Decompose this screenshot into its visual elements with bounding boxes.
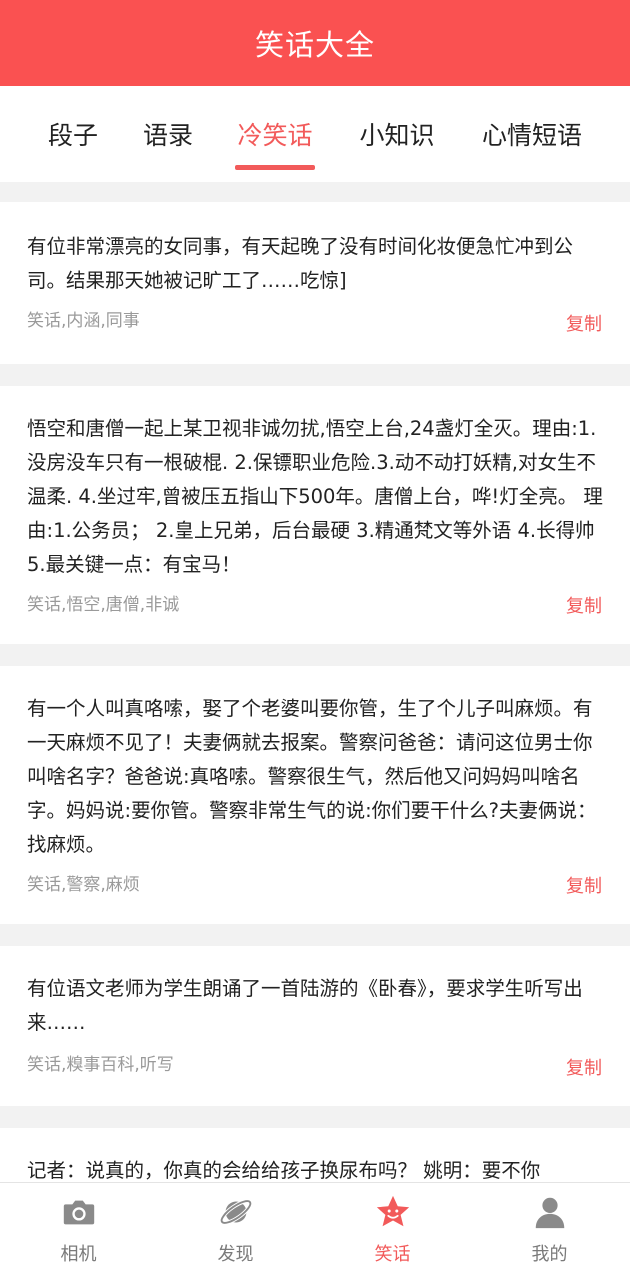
- camera-icon: [63, 1200, 94, 1225]
- active-tab-indicator: [235, 165, 315, 170]
- tab-lengxiaohua[interactable]: 冷笑话: [218, 86, 332, 182]
- nav-label: 相机: [60, 1244, 97, 1265]
- nav-label: 我的: [531, 1244, 568, 1265]
- joke-tags: 笑话,内涵,同事: [27, 311, 140, 331]
- category-tabs: 段子 语录 冷笑话 小知识 心情短语: [0, 86, 630, 182]
- joke-card: 有位语文老师为学生朗诵了一首陆游的《卧春》，要求学生听写出来…… 笑话,糗事百科…: [0, 946, 630, 1106]
- joke-tags: 笑话,悟空,唐僧,非诚: [27, 595, 180, 615]
- joke-tags: 笑话,糗事百科,听写: [27, 1055, 174, 1075]
- tab-label: 语录: [142, 121, 193, 150]
- app-header: 笑话大全: [0, 0, 630, 86]
- star-icon: [376, 1195, 409, 1227]
- tab-yulu[interactable]: 语录: [122, 86, 214, 182]
- person-icon: [535, 1197, 564, 1229]
- joke-text: 记者：说真的，你真的会给给孩子换尿布吗？ 姚明：要不你: [27, 1159, 541, 1182]
- tab-duanzi[interactable]: 段子: [24, 86, 122, 182]
- joke-text: 有一个人叫真咯嗦，娶了个老婆叫要你管，生了个儿子叫麻烦。有一天麻烦不见了！夫妻俩…: [27, 697, 597, 856]
- joke-card: 记者：说真的，你真的会给给孩子换尿布吗？ 姚明：要不你: [0, 1128, 630, 1182]
- joke-text: 有位语文老师为学生朗诵了一首陆游的《卧春》，要求学生听写出来……: [27, 977, 583, 1034]
- planet-icon: [219, 1199, 252, 1225]
- nav-label: 笑话: [374, 1244, 411, 1265]
- nav-camera[interactable]: 相机: [0, 1183, 157, 1280]
- bottom-nav: 相机 发现 笑话 我的: [0, 1182, 630, 1280]
- copy-button[interactable]: 复制: [566, 872, 602, 898]
- joke-card: 有位非常漂亮的女同事，有天起晚了没有时间化妆便急忙冲到公司。结果那天她被记旷工了…: [0, 202, 630, 364]
- joke-card: 悟空和唐僧一起上某卫视非诚勿扰,悟空上台,24盏灯全灭。理由:1.没房没车只有一…: [0, 386, 630, 644]
- nav-mine[interactable]: 我的: [471, 1183, 628, 1280]
- tab-label: 心情短语: [481, 121, 582, 150]
- tab-xiaozhishi[interactable]: 小知识: [338, 86, 456, 182]
- joke-feed[interactable]: 有位非常漂亮的女同事，有天起晚了没有时间化妆便急忙冲到公司。结果那天她被记旷工了…: [0, 182, 630, 1182]
- copy-button[interactable]: 复制: [566, 592, 602, 618]
- tab-label: 冷笑话: [237, 121, 313, 150]
- joke-text: 悟空和唐僧一起上某卫视非诚勿扰,悟空上台,24盏灯全灭。理由:1.没房没车只有一…: [27, 417, 603, 576]
- app-root: 笑话大全 段子 语录 冷笑话 小知识 心情短语 有位非常漂亮的女同事，有天起晚了…: [0, 0, 630, 1280]
- tab-label: 小知识: [359, 121, 435, 150]
- tab-label: 段子: [47, 121, 98, 150]
- nav-discover[interactable]: 发现: [157, 1183, 314, 1280]
- joke-tags: 笑话,警察,麻烦: [27, 875, 140, 895]
- joke-text: 有位非常漂亮的女同事，有天起晚了没有时间化妆便急忙冲到公司。结果那天她被记旷工了…: [27, 235, 574, 292]
- copy-button[interactable]: 复制: [566, 310, 602, 336]
- tab-xinqingduanyu[interactable]: 心情短语: [462, 86, 602, 182]
- nav-label: 发现: [217, 1244, 254, 1265]
- header-title: 笑话大全: [254, 28, 375, 62]
- joke-card: 有一个人叫真咯嗦，娶了个老婆叫要你管，生了个儿子叫麻烦。有一天麻烦不见了！夫妻俩…: [0, 666, 630, 924]
- copy-button[interactable]: 复制: [566, 1054, 602, 1080]
- nav-jokes[interactable]: 笑话: [314, 1183, 471, 1280]
